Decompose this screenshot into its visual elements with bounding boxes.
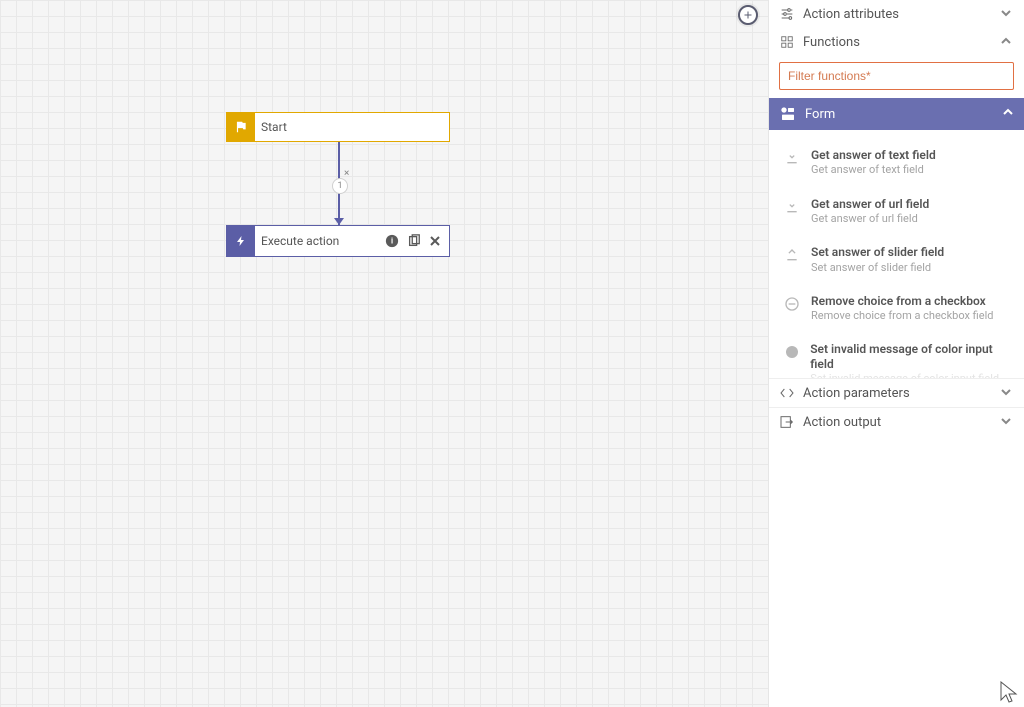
close-icon[interactable] — [429, 235, 441, 247]
function-item[interactable]: Set answer of slider field Set answer of… — [769, 235, 1024, 284]
function-title: Get answer of url field — [811, 197, 929, 211]
section-title: Action attributes — [803, 7, 992, 22]
category-title: Form — [805, 107, 994, 122]
category-form[interactable]: Form — [769, 98, 1024, 130]
edge-arrowhead — [334, 218, 344, 225]
bolt-icon — [227, 226, 255, 256]
section-action-attributes[interactable]: Action attributes — [769, 0, 1024, 28]
node-action-label: Execute action — [255, 226, 385, 256]
grid-icon — [779, 34, 795, 50]
chevron-down-icon — [1000, 386, 1014, 400]
upload-icon — [783, 246, 801, 264]
function-title: Set answer of slider field — [811, 245, 944, 259]
remove-icon — [783, 295, 801, 313]
output-icon — [779, 414, 795, 430]
function-title: Set invalid message of color input field — [810, 342, 1010, 371]
info-icon[interactable]: i — [385, 234, 399, 248]
function-desc: Get answer of text field — [811, 163, 936, 176]
function-title: Remove choice from a checkbox — [811, 294, 993, 308]
chevron-down-icon — [1000, 415, 1014, 429]
function-item[interactable]: Get answer of text field Get answer of t… — [769, 138, 1024, 187]
function-item[interactable]: Set invalid message of color input field… — [769, 332, 1024, 378]
form-icon — [779, 105, 797, 123]
brackets-icon — [779, 385, 795, 401]
cursor-icon — [1000, 681, 1018, 705]
copy-icon[interactable] — [407, 234, 421, 248]
download-icon — [783, 149, 801, 167]
section-action-output[interactable]: Action output — [769, 407, 1024, 436]
section-action-parameters[interactable]: Action parameters — [769, 378, 1024, 407]
section-title: Action output — [803, 415, 992, 430]
function-title: Get answer of text field — [811, 148, 936, 162]
node-execute-action[interactable]: Execute action i — [226, 225, 450, 257]
filter-functions-input[interactable] — [779, 62, 1014, 90]
sliders-icon — [779, 6, 795, 22]
edge-delete-button[interactable]: × — [344, 169, 349, 179]
inspector-panel: Action attributes Functions Form Get ans… — [768, 0, 1024, 707]
function-desc: Set invalid message of color input field — [810, 372, 1010, 378]
download-icon — [783, 198, 801, 216]
chevron-down-icon — [1000, 7, 1014, 21]
warning-icon — [783, 343, 800, 361]
function-item[interactable]: Remove choice from a checkbox Remove cho… — [769, 284, 1024, 333]
chevron-up-icon — [1000, 35, 1014, 49]
edge-order-badge[interactable]: 1 — [332, 178, 348, 194]
section-functions[interactable]: Functions — [769, 28, 1024, 56]
node-start[interactable]: Start — [226, 112, 450, 142]
add-node-button[interactable] — [738, 5, 758, 25]
node-start-label: Start — [255, 113, 449, 141]
section-title: Functions — [803, 35, 992, 50]
functions-list[interactable]: Get answer of text field Get answer of t… — [769, 130, 1024, 378]
function-desc: Set answer of slider field — [811, 261, 944, 274]
function-desc: Remove choice from a checkbox field — [811, 309, 993, 322]
function-desc: Get answer of url field — [811, 212, 929, 225]
chevron-up-icon — [1002, 106, 1014, 122]
section-title: Action parameters — [803, 386, 992, 401]
svg-text:i: i — [391, 237, 393, 246]
function-item[interactable]: Get answer of url field Get answer of ur… — [769, 187, 1024, 236]
flag-icon — [227, 113, 255, 141]
